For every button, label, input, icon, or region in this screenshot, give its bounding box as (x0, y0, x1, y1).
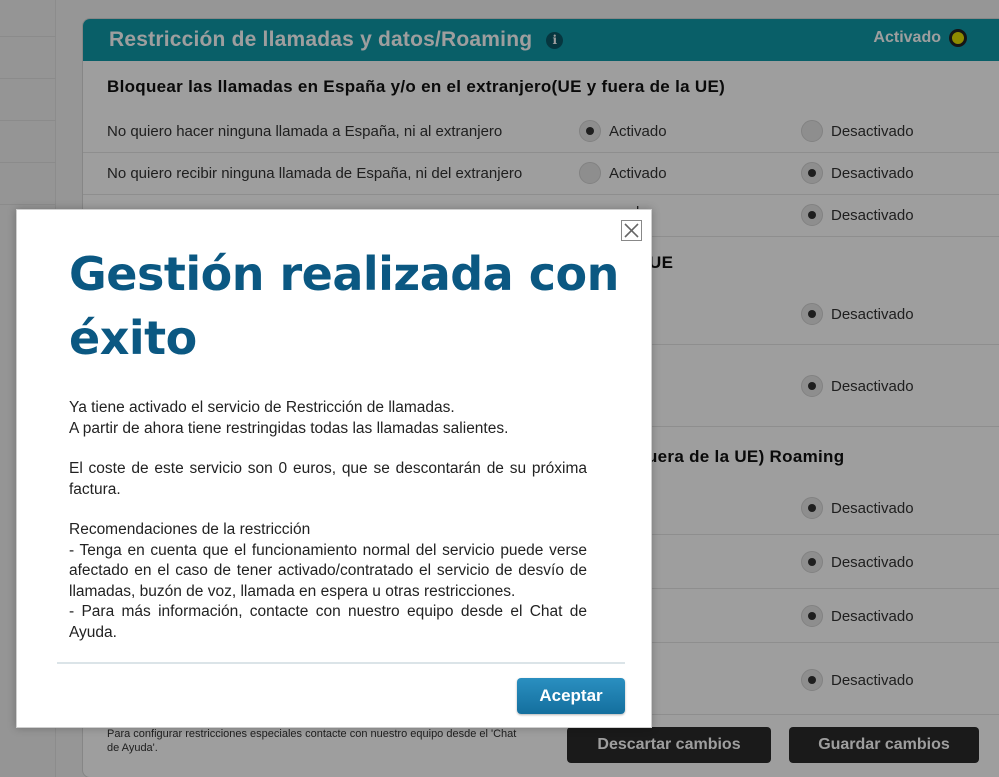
modal-text: A partir de ahora tiene restringidas tod… (69, 419, 509, 437)
accept-button[interactable]: Aceptar (517, 678, 625, 714)
modal-text: Ya tiene activado el servicio de Restric… (69, 399, 455, 416)
close-button[interactable] (621, 220, 642, 241)
modal-text: - Para más información, contacte con nue… (69, 603, 587, 641)
modal-text: - Tenga en cuenta que el funcionamiento … (69, 541, 587, 600)
modal-text: El coste de este servicio son 0 euros, q… (69, 460, 587, 498)
modal-body: Ya tiene activado el servicio de Restric… (69, 398, 587, 643)
modal-title: Gestión realizada con éxito (69, 247, 619, 365)
close-icon[interactable] (624, 223, 639, 238)
success-modal: Gestión realizada con éxito Ya tiene act… (16, 209, 652, 728)
modal-divider (57, 662, 625, 664)
modal-text: Recomendaciones de la restricción (69, 521, 311, 538)
